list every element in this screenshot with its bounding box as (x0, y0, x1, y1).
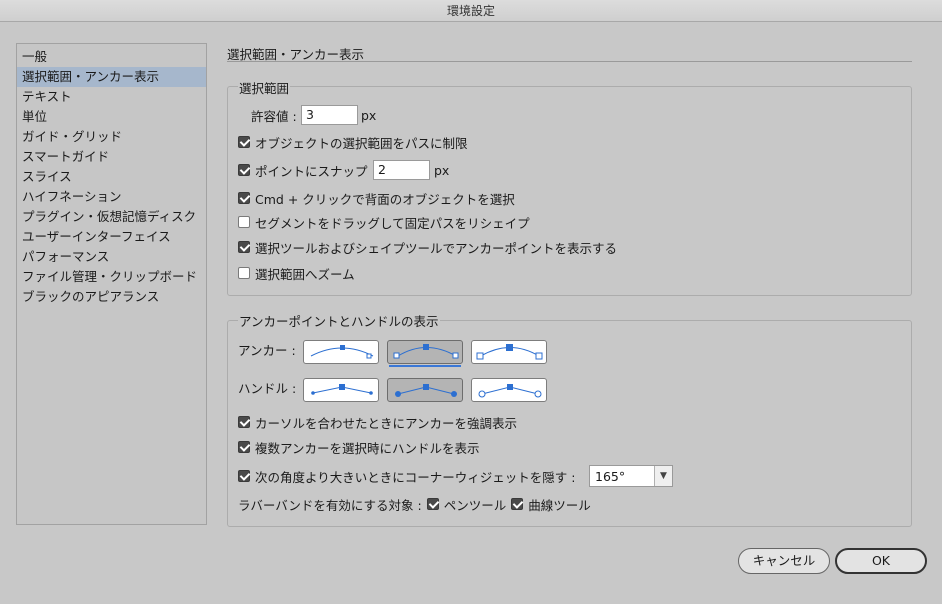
snap-distance-unit: px (434, 162, 450, 178)
ok-button[interactable]: OK (835, 548, 927, 574)
anchor-large-icon (476, 344, 543, 360)
anchor-medium-icon (393, 344, 459, 359)
object-selection-by-path-row[interactable]: オブジェクトの選択範囲をパスに制限 (238, 133, 468, 151)
anchor-style-large-button[interactable] (471, 340, 547, 364)
zoom-to-selection-label: 選択範囲へズーム (255, 266, 355, 282)
sidebar-item-slices[interactable]: スライス (17, 167, 206, 187)
show-handles-multi-checkbox[interactable] (238, 441, 250, 453)
tolerance-input[interactable]: 3 (301, 105, 358, 125)
sidebar-item-user-interface[interactable]: ユーザーインターフェイス (17, 227, 206, 247)
pen-tool-checkbox[interactable] (426, 498, 439, 510)
anchor-small-icon (310, 345, 374, 359)
anchor-handle-group-title: アンカーポイントとハンドルの表示 (238, 311, 440, 330)
handle-style-filled-button[interactable] (387, 378, 463, 402)
snap-to-point-label: ポイントにスナップ (255, 163, 368, 179)
zoom-to-selection-checkbox[interactable] (238, 267, 250, 279)
cmd-click-checkbox[interactable] (238, 192, 250, 204)
zoom-to-selection-row[interactable]: 選択範囲へズーム (238, 264, 355, 282)
handle-hollow-icon (478, 384, 542, 398)
selection-group-title: 選択範囲 (238, 78, 291, 97)
show-handles-multi-row[interactable]: 複数アンカーを選択時にハンドルを表示 (238, 438, 480, 456)
drag-segment-row[interactable]: セグメントをドラッグして固定パスをリシェイプ (238, 213, 530, 231)
anchor-label: アンカー : (238, 342, 296, 358)
highlight-anchors-row[interactable]: カーソルを合わせたときにアンカーを強調表示 (238, 413, 517, 431)
anchor-style-small-button[interactable] (303, 340, 379, 364)
anchor-selection-indicator (389, 365, 461, 367)
show-handles-multi-label: 複数アンカーを選択時にハンドルを表示 (255, 440, 480, 456)
sidebar-item-performance[interactable]: パフォーマンス (17, 247, 206, 267)
snap-distance-input[interactable]: 2 (373, 160, 430, 180)
handle-filled-icon (395, 384, 457, 397)
sidebar-item-plugins-scratch-disks[interactable]: プラグイン・仮想記憶ディスク (17, 207, 206, 227)
sidebar-item-general[interactable]: 一般 (17, 47, 206, 67)
sidebar-item-smart-guides[interactable]: スマートガイド (17, 147, 206, 167)
sidebar-item-hyphenation[interactable]: ハイフネーション (17, 187, 206, 207)
hide-corner-widget-row[interactable]: 次の角度より大きいときにコーナーウィジェットを隠す : (238, 467, 575, 485)
handle-style-dot-button[interactable] (303, 378, 379, 402)
rubber-band-label: ラバーバンドを有効にする対象 : (238, 497, 422, 513)
corner-angle-combobox[interactable]: 165° ▼ (589, 465, 673, 487)
sidebar-item-text[interactable]: テキスト (17, 87, 206, 107)
sidebar-item-selection-anchor[interactable]: 選択範囲・アンカー表示 (17, 67, 206, 87)
section-divider (227, 61, 912, 62)
tolerance-unit: px (361, 107, 377, 123)
cmd-click-row[interactable]: Cmd + クリックで背面のオブジェクトを選択 (238, 189, 515, 207)
handle-dot-icon (311, 384, 373, 395)
drag-segment-label: セグメントをドラッグして固定パスをリシェイプ (255, 215, 530, 231)
chevron-down-icon[interactable]: ▼ (654, 466, 672, 486)
object-selection-by-path-checkbox[interactable] (238, 136, 250, 148)
sidebar-item-units[interactable]: 単位 (17, 107, 206, 127)
curvature-tool-label[interactable]: 曲線ツール (528, 495, 591, 514)
hide-corner-widget-checkbox[interactable] (238, 470, 250, 482)
snap-to-point-checkbox[interactable] (238, 164, 250, 176)
anchor-style-medium-button[interactable] (387, 340, 463, 364)
corner-angle-value[interactable]: 165° (595, 467, 625, 486)
drag-segment-checkbox[interactable] (238, 216, 250, 228)
rubber-band-row: ラバーバンドを有効にする対象 : ペンツール 曲線ツール (238, 495, 591, 513)
sidebar-item-file-handling[interactable]: ファイル管理・クリップボード (17, 267, 206, 287)
sidebar-item-black-appearance[interactable]: ブラックのアピアランス (17, 287, 206, 307)
hide-corner-widget-label: 次の角度より大きいときにコーナーウィジェットを隠す : (255, 469, 576, 485)
pen-tool-label[interactable]: ペンツール (444, 495, 507, 514)
highlight-anchors-label: カーソルを合わせたときにアンカーを強調表示 (255, 415, 518, 431)
handle-style-hollow-button[interactable] (471, 378, 547, 402)
cancel-button[interactable]: キャンセル (738, 548, 830, 574)
tolerance-label: 許容値 : (251, 108, 297, 124)
cmd-click-label: Cmd + クリックで背面のオブジェクトを選択 (255, 191, 515, 207)
show-anchor-points-checkbox[interactable] (238, 241, 250, 253)
handle-label: ハンドル : (238, 380, 297, 396)
curvature-tool-checkbox[interactable] (511, 498, 524, 510)
object-selection-by-path-label: オブジェクトの選択範囲をパスに制限 (255, 135, 468, 151)
highlight-anchors-checkbox[interactable] (238, 416, 250, 428)
snap-to-point-row[interactable]: ポイントにスナップ (238, 161, 368, 179)
show-anchor-points-label: 選択ツールおよびシェイプツールでアンカーポイントを表示する (255, 240, 618, 256)
sidebar-item-guides-grid[interactable]: ガイド・グリッド (17, 127, 206, 147)
show-anchor-points-row[interactable]: 選択ツールおよびシェイプツールでアンカーポイントを表示する (238, 238, 617, 256)
category-list: 一般 選択範囲・アンカー表示 テキスト 単位 ガイド・グリッド スマートガイド … (16, 43, 207, 525)
window-title: 環境設定 (0, 0, 942, 22)
